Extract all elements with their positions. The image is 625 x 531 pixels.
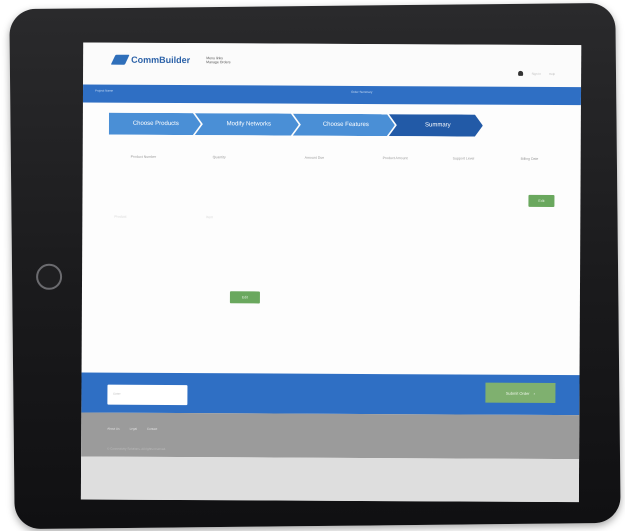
step-modify-networks[interactable]: Modify Networks — [195, 113, 299, 136]
footer-action-band: Enter Submit Order › — [81, 372, 580, 416]
user-icon[interactable] — [518, 70, 524, 76]
chevron-right-icon: › — [533, 390, 536, 396]
logo[interactable]: CommBuilder Menu links Manage Orders — [110, 54, 231, 66]
col-quantity: Quantity — [212, 155, 226, 160]
col-product-amount: Product Amount — [382, 156, 408, 161]
step-summary[interactable]: Summary — [389, 114, 483, 136]
header-link-help[interactable]: Help — [549, 71, 555, 75]
promo-input-placeholder: Enter — [113, 391, 121, 396]
stepper: Choose Products Modify Networks Choose F… — [109, 113, 477, 137]
ghost-row-label: Product — [114, 214, 127, 219]
col-support-level: Support Level — [452, 156, 475, 161]
step-label: Choose Products — [132, 120, 179, 128]
logo-sub-line2: Manage Orders — [206, 60, 231, 65]
project-name: Project Name — [95, 88, 114, 93]
project-bar: Project Name Order Summary — [82, 84, 582, 106]
logo-text: CommBuilder — [131, 54, 191, 66]
promo-input[interactable]: Enter — [107, 384, 188, 406]
edit-button-middle[interactable]: Edit — [229, 291, 260, 304]
step-label: Summary — [424, 122, 451, 129]
footer-link-about[interactable]: About Us — [107, 427, 119, 431]
tablet-screen: CommBuilder Menu links Manage Orders Sig… — [80, 42, 582, 503]
logo-icon — [110, 54, 130, 65]
footer-link-contact[interactable]: Contact — [147, 427, 157, 431]
app-header: CommBuilder Menu links Manage Orders Sig… — [83, 42, 582, 88]
submit-order-button[interactable]: Submit Order › — [485, 382, 556, 404]
submit-order-label: Submit Order — [505, 390, 530, 396]
ghost-row-label: Item — [206, 215, 214, 220]
step-choose-features[interactable]: Choose Features — [293, 114, 395, 137]
logo-subtitle: Menu links Manage Orders — [206, 56, 230, 64]
col-amount-due: Amount Due — [304, 155, 325, 160]
site-footer: About Us Legal Contact © Connectivity So… — [81, 412, 580, 460]
step-choose-products[interactable]: Choose Products — [109, 113, 201, 135]
tablet-frame: CommBuilder Menu links Manage Orders Sig… — [9, 2, 621, 530]
step-label: Modify Networks — [226, 121, 272, 128]
header-right: Sign In Help — [518, 70, 556, 76]
home-button[interactable] — [35, 263, 63, 290]
header-link-sign-in[interactable]: Sign In — [532, 71, 541, 75]
footer-bottom-strip — [80, 456, 580, 503]
col-product-number: Product Number — [130, 154, 157, 159]
footer-links: About Us Legal Contact — [107, 427, 157, 431]
edit-button-top[interactable]: Edit — [528, 194, 555, 208]
step-label: Choose Features — [322, 121, 369, 129]
order-summary-label: Order Summary — [351, 89, 373, 95]
footer-link-legal[interactable]: Legal — [130, 427, 137, 431]
copyright-text: © Connectivity Solutions. All rights res… — [107, 446, 167, 451]
col-billing-date: Billing Date — [520, 156, 539, 161]
